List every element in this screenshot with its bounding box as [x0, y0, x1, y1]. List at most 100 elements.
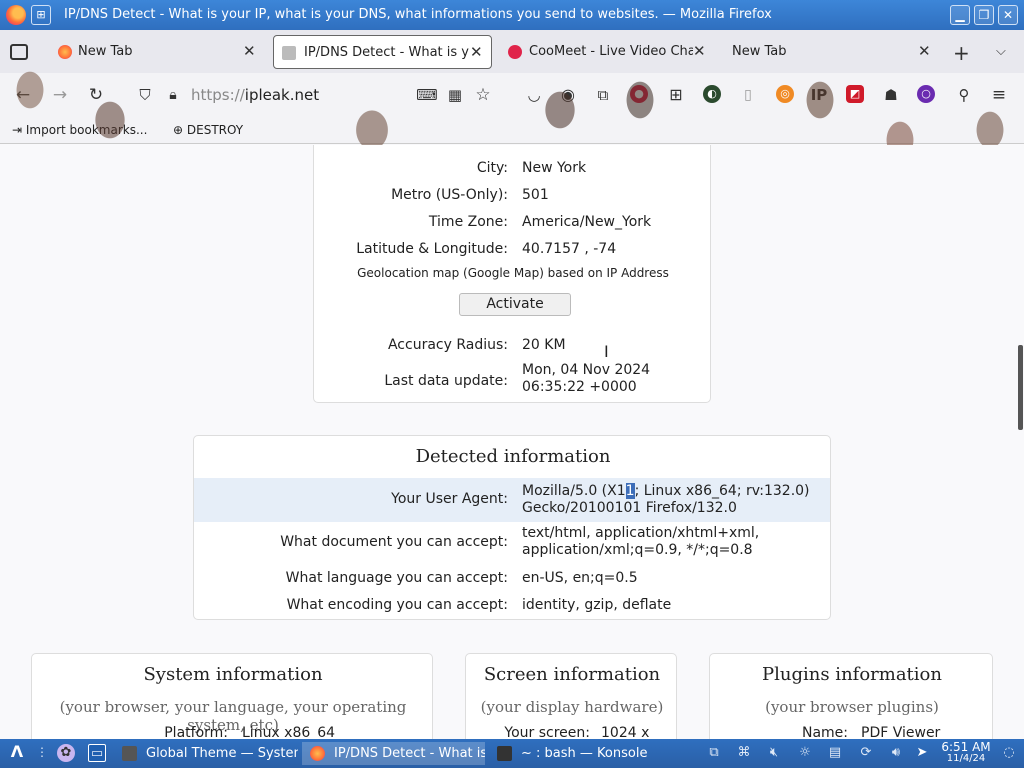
import-bookmarks-link[interactable]: ⇥ Import bookmarks... [12, 123, 147, 137]
geo-key: Latitude & Longitude: [356, 241, 508, 257]
ip-extension-icon[interactable]: IP [808, 84, 830, 106]
tab-label: New Tab [732, 44, 787, 59]
ip-search-extension-icon[interactable]: ⚲ [953, 84, 975, 106]
lock-icon[interactable]: 🔒︎ [162, 84, 184, 106]
volume-tray-icon[interactable]: 🔊︎ [887, 744, 905, 762]
system-row-platform: Platform: Linux x86_64 [32, 722, 432, 739]
detected-value[interactable]: Mozilla/5.0 (X11; Linux x86_64; rv:132.0… [522, 483, 822, 517]
firefox-view-icon[interactable] [10, 44, 28, 60]
bookmark-destroy[interactable]: ⊕ DESTROY [173, 123, 243, 137]
tab-new-tab-2[interactable]: New Tab ✕ [722, 35, 942, 69]
page-favicon-icon [282, 46, 296, 60]
detected-key: What encoding you can accept: [286, 597, 508, 613]
geo-value: America/New_York [522, 214, 652, 230]
pocket-icon[interactable]: ◡ [523, 84, 545, 106]
geo-key: Last data update: [384, 373, 508, 389]
tab-label: New Tab [78, 44, 133, 59]
firefox-favicon-icon [58, 45, 72, 59]
back-arrow-icon[interactable]: ← [12, 84, 34, 106]
ghost-extension-icon[interactable]: ☗ [880, 84, 902, 106]
window-titlebar: ⊞ IP/DNS Detect - What is your IP, what … [0, 0, 1024, 30]
hamburger-menu-icon[interactable]: ≡ [988, 84, 1010, 106]
tab-coomeet[interactable]: CooMeet - Live Video Chat ✕ [500, 35, 714, 69]
mute-tray-icon[interactable]: 🔇︎ [765, 744, 783, 762]
purple-extension-icon[interactable]: ○ [917, 85, 935, 103]
grid-apps-icon[interactable]: ▦ [444, 84, 466, 106]
task-firefox[interactable]: IP/DNS Detect - What is your IP [302, 742, 485, 765]
file-manager-icon[interactable]: ▭ [88, 744, 106, 762]
clipboard-tray-icon[interactable]: ⧉ [705, 744, 723, 762]
add-grid-icon[interactable]: ⊞ [665, 84, 687, 106]
tab-close-icon[interactable]: ✕ [918, 42, 931, 60]
app-icon-1[interactable]: ✿ [57, 744, 75, 762]
list-all-tabs-chevron-icon[interactable]: ⌵ [996, 44, 1006, 59]
reload-icon[interactable]: ↻ [85, 84, 107, 106]
mouse-pointer-icon: ➤ [916, 745, 928, 760]
vpn-extension-icon[interactable]: ◐ [703, 85, 721, 103]
red-extension-icon[interactable]: ◩ [846, 85, 864, 103]
url-bar[interactable]: https://ipleak.net [191, 86, 319, 104]
url-scheme: https:// [191, 86, 245, 104]
firefox-logo-icon [6, 5, 26, 25]
window-title: IP/DNS Detect - What is your IP, what is… [64, 7, 772, 22]
disk-tray-icon[interactable]: ▤ [826, 744, 844, 762]
minimize-icon[interactable]: ▁ [950, 5, 970, 25]
translate-icon[interactable]: ⌨ [416, 84, 438, 106]
detected-row-accept: What document you can accept: text/html,… [194, 524, 830, 562]
system-clock[interactable]: 6:51 AM 11/4/24 [940, 741, 992, 765]
window-menu-icon[interactable]: ⊞ [31, 5, 51, 25]
brightness-tray-icon[interactable]: ☼ [796, 744, 814, 762]
url-host: ipleak.net [244, 86, 320, 104]
tab-new-tab-1[interactable]: New Tab ✕ [50, 35, 266, 69]
detected-value: identity, gzip, deflate [522, 597, 672, 613]
tab-close-icon[interactable]: ✕ [470, 43, 483, 61]
activate-map-button[interactable]: Activate [459, 293, 571, 316]
screen-information-card: Screen information (your display hardwar… [465, 653, 677, 739]
tab-close-icon[interactable]: ✕ [693, 42, 706, 60]
bookmark-star-icon[interactable]: ☆ [472, 84, 494, 106]
page-content: City: New York Metro (US-Only): 501 Time… [0, 145, 1024, 739]
tab-close-icon[interactable]: ✕ [243, 42, 256, 60]
settings-app-icon [122, 746, 137, 761]
orange-extension-icon[interactable]: ◎ [776, 85, 794, 103]
screen-value: 1024 x 768 [601, 725, 650, 739]
task-label: Global Theme — System Settings [146, 746, 298, 761]
shield-icon[interactable]: ⛉ [134, 84, 156, 106]
plugins-subheading: (your browser plugins) [765, 698, 939, 716]
geo-value: 20 KM [522, 337, 566, 353]
geo-row-city: City: New York [314, 156, 710, 182]
screen-key: Your screen: [504, 725, 590, 739]
task-global-theme[interactable]: Global Theme — System Settings [114, 742, 298, 765]
tab-label: IP/DNS Detect - What is yo [304, 45, 469, 60]
show-desktop-icon[interactable]: ◌ [1000, 744, 1018, 762]
task-konsole[interactable]: ~ : bash — Konsole [489, 742, 672, 765]
tab-ipdns-detect[interactable]: IP/DNS Detect - What is yo ✕ [273, 35, 492, 69]
page-scrollbar-thumb[interactable] [1018, 345, 1023, 430]
forward-arrow-icon[interactable]: → [49, 84, 71, 106]
geo-map-note: Geolocation map (Google Map) based on IP… [357, 266, 669, 280]
detected-value: text/html, application/xhtml+xml, applic… [522, 525, 760, 558]
maximize-icon[interactable]: ❐ [974, 5, 994, 25]
firefox-task-icon [310, 746, 325, 761]
close-window-icon[interactable]: ✕ [998, 5, 1018, 25]
clipboard-extension-icon[interactable]: ▯ [737, 84, 759, 106]
ua-part: Mozilla/5.0 (X1 [522, 483, 626, 499]
geo-key: Time Zone: [428, 214, 508, 230]
adblock-extension-icon[interactable]: ● [630, 85, 648, 103]
geo-row-timezone: Time Zone: America/New_York [314, 210, 710, 236]
plugins-row-name: Name: PDF Viewer [710, 722, 992, 739]
updates-tray-icon[interactable]: ⟳ [857, 744, 875, 762]
extensions-puzzle-icon[interactable]: ⧉ [592, 84, 614, 106]
account-icon[interactable]: ◉ [557, 84, 579, 106]
detected-row-language: What language you can accept: en-US, en;… [194, 567, 830, 591]
divider-icon: ⋮ [36, 745, 48, 759]
geo-value: Mon, 04 Nov 2024 06:35:22 +0000 [522, 362, 651, 395]
geo-row-updated: Last data update: Mon, 04 Nov 2024 06:35… [314, 361, 710, 401]
new-tab-plus-icon[interactable]: + [953, 41, 970, 65]
app-launcher-icon[interactable]: Λ [8, 743, 26, 761]
geo-key: City: [476, 160, 508, 176]
network-tray-icon[interactable]: ⌘ [735, 744, 753, 762]
screen-heading: Screen information [483, 664, 661, 685]
screen-subheading: (your display hardware) [480, 698, 664, 716]
bookmark-label: DESTROY [186, 123, 244, 137]
